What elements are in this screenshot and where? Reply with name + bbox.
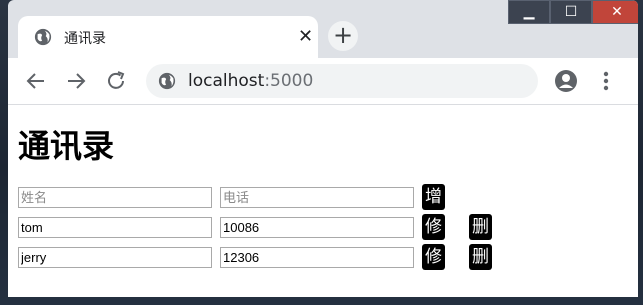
- contact-phone-field[interactable]: [220, 217, 414, 238]
- reload-icon[interactable]: [104, 69, 128, 93]
- add-button[interactable]: 增加: [422, 184, 445, 233]
- delete-button[interactable]: 删除: [469, 214, 492, 263]
- url-host: localhost: [188, 71, 265, 91]
- page-content: 通讯录 增加 修改 删除 修改 删除: [8, 105, 638, 297]
- forward-arrow-icon[interactable]: [64, 69, 88, 93]
- page-title: 通讯录: [18, 127, 115, 165]
- url-port: :5000: [264, 71, 314, 91]
- delete-button[interactable]: 删除: [469, 244, 492, 293]
- site-info-globe-icon[interactable]: [158, 72, 176, 90]
- kebab-menu-icon[interactable]: [596, 68, 616, 94]
- browser-toolbar: localhost:5000: [8, 58, 638, 105]
- url-text: localhost:5000: [188, 71, 313, 91]
- contact-name-field[interactable]: [18, 247, 212, 268]
- name-input[interactable]: [18, 187, 212, 208]
- tab-title: 通讯录: [64, 31, 106, 47]
- edit-button[interactable]: 修改: [422, 214, 445, 263]
- address-bar[interactable]: localhost:5000: [146, 64, 538, 98]
- profile-avatar-icon[interactable]: [554, 69, 578, 93]
- edit-button[interactable]: 修改: [422, 244, 445, 293]
- tab-close-icon[interactable]: ✕: [298, 26, 313, 47]
- active-tab[interactable]: 通讯录 ✕: [18, 16, 318, 58]
- new-tab-button[interactable]: +: [328, 21, 358, 51]
- back-arrow-icon[interactable]: [24, 69, 48, 93]
- contact-name-field[interactable]: [18, 217, 212, 238]
- globe-icon: [34, 28, 52, 46]
- browser-window: ▁ ☐ ✕ 通讯录 ✕ + localhost:5000 通讯录 姓名 电话 增…: [8, 0, 638, 297]
- contact-phone-field[interactable]: [220, 247, 414, 268]
- phone-input[interactable]: [220, 187, 414, 208]
- tab-strip: 通讯录 ✕ +: [8, 0, 638, 58]
